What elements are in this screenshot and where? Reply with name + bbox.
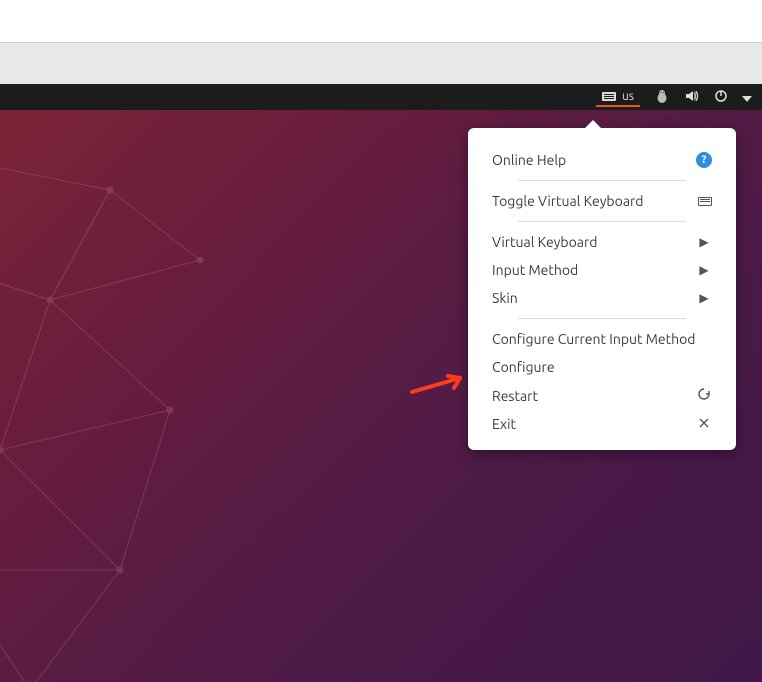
ime-indicator-label: us [622,90,634,103]
power-icon[interactable] [714,89,728,105]
menu-online-help[interactable]: Online Help ? [468,146,736,174]
wallpaper-wireframe [0,150,370,682]
menu-label: Toggle Virtual Keyboard [492,193,644,209]
submenu-arrow-icon: ▶ [696,291,712,305]
keyboard-icon [602,92,616,101]
browser-chrome-top [0,0,762,43]
annotation-arrow-top [536,110,576,112]
system-menu-arrow-icon[interactable] [742,90,752,104]
menu-input-method[interactable]: Input Method ▶ [468,256,736,284]
menu-label: Virtual Keyboard [492,234,598,250]
menu-restart[interactable]: Restart [468,381,736,410]
annotation-arrow-configure [410,372,470,398]
restart-icon [696,387,712,404]
menu-configure[interactable]: Configure [468,353,736,381]
menu-label: Configure Current Input Method [492,331,695,347]
menu-separator [518,221,686,222]
menu-label: Online Help [492,152,566,168]
desktop-wallpaper: Online Help ? Toggle Virtual Keyboard Vi… [0,110,762,682]
menu-toggle-virtual-keyboard[interactable]: Toggle Virtual Keyboard [468,187,736,215]
ime-indicator[interactable]: us [596,87,640,107]
volume-icon[interactable] [684,88,700,106]
menu-label: Skin [492,290,518,306]
fcitx-tray-menu: Online Help ? Toggle Virtual Keyboard Vi… [468,128,736,450]
fcitx-penguin-icon[interactable] [654,88,670,107]
menu-skin[interactable]: Skin ▶ [468,284,736,312]
gnome-topbar: us [0,84,762,110]
browser-chrome-tabbar [0,43,762,84]
menu-configure-current-im[interactable]: Configure Current Input Method [468,325,736,353]
menu-separator [518,180,686,181]
submenu-arrow-icon: ▶ [696,263,712,277]
menu-label: Configure [492,359,555,375]
help-icon: ? [696,152,712,168]
menu-label: Input Method [492,262,578,278]
menu-label: Restart [492,388,538,404]
menu-exit[interactable]: Exit [468,410,736,438]
menu-separator [518,318,686,319]
keyboard-icon [698,197,712,206]
menu-virtual-keyboard[interactable]: Virtual Keyboard ▶ [468,228,736,256]
menu-label: Exit [492,416,516,432]
close-icon [696,417,712,432]
submenu-arrow-icon: ▶ [696,235,712,249]
